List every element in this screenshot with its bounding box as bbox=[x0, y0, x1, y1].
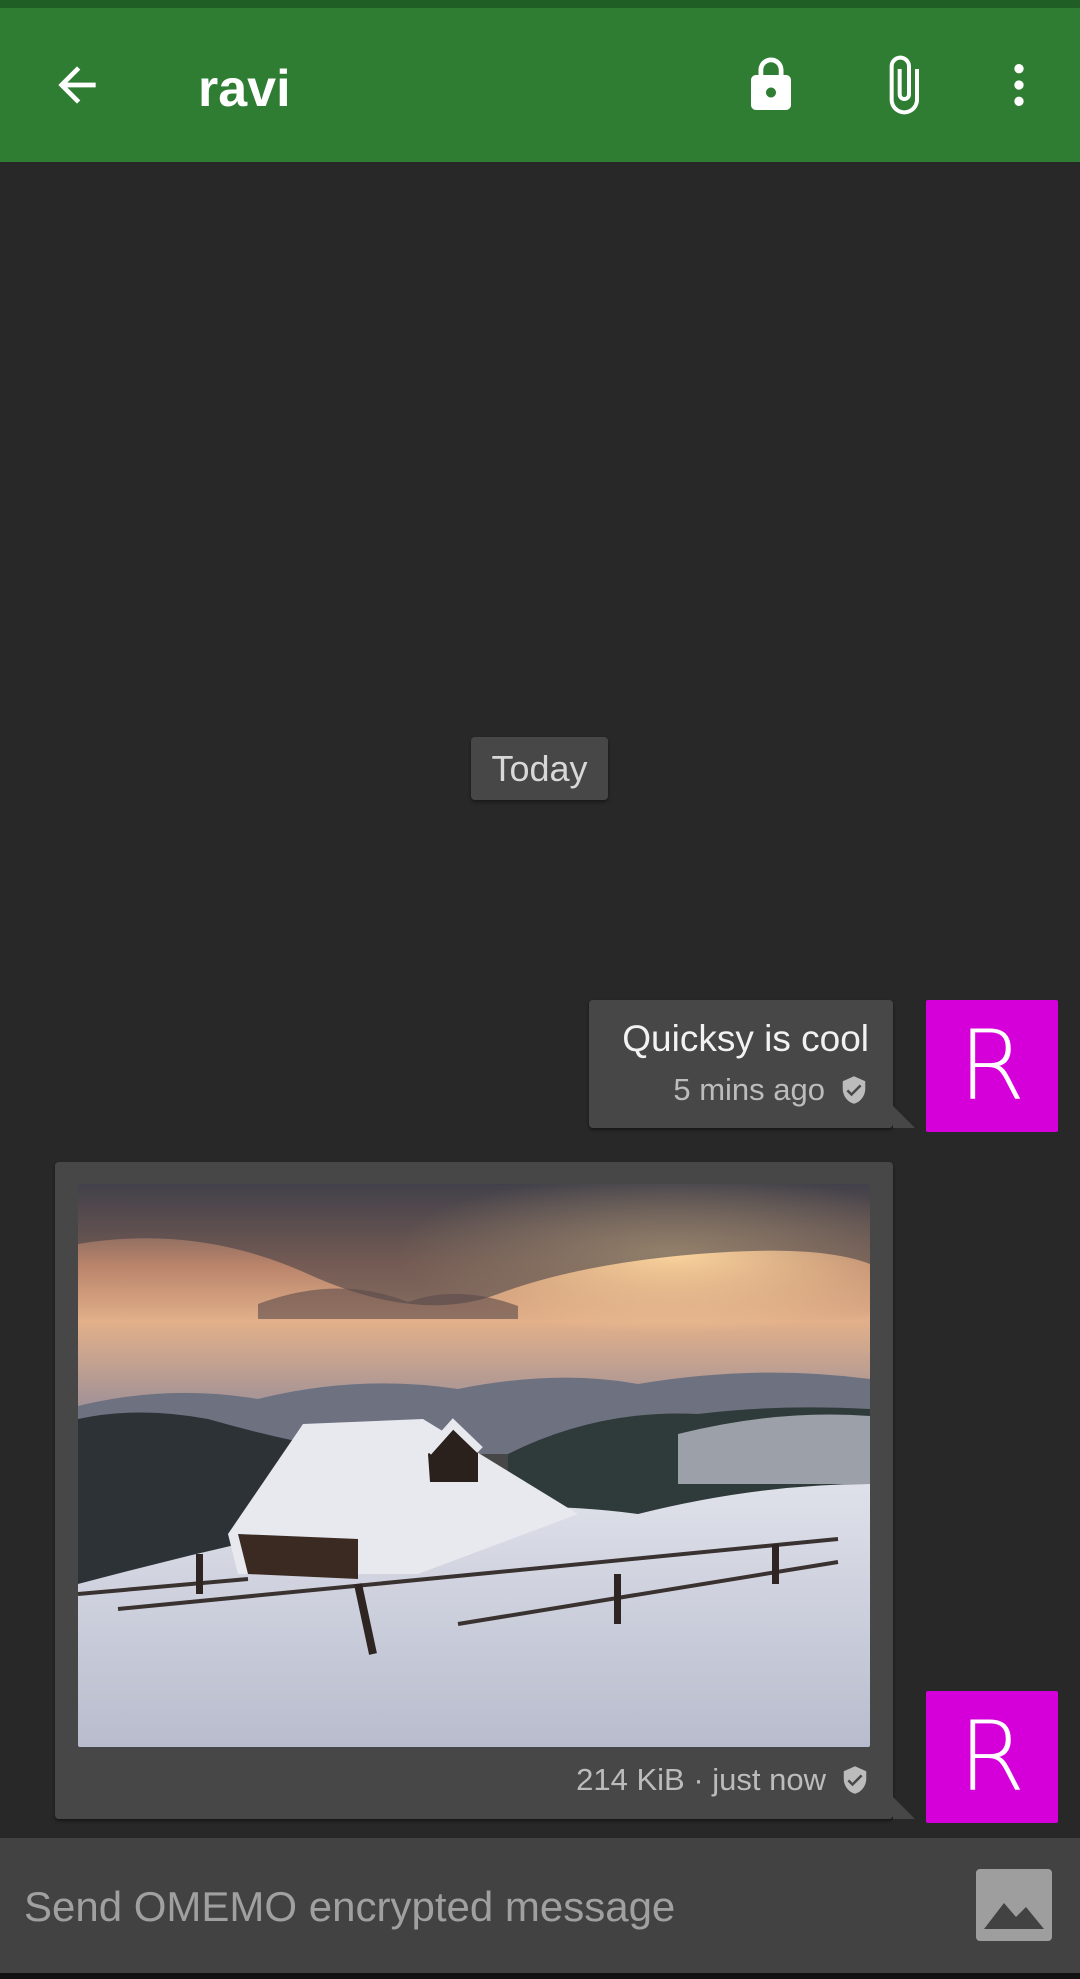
message-image[interactable] bbox=[78, 1184, 870, 1747]
snow-cabin-photo bbox=[78, 1184, 870, 1747]
send-image-button[interactable] bbox=[976, 1869, 1052, 1941]
message-composer bbox=[0, 1838, 1080, 1973]
navigation-bar bbox=[0, 1973, 1080, 1979]
more-vert-icon bbox=[1014, 64, 1024, 106]
app-toolbar: ravi bbox=[0, 8, 1080, 162]
verified-shield-icon bbox=[842, 1076, 866, 1104]
lock-icon bbox=[751, 57, 791, 110]
bubble-tail bbox=[893, 1106, 915, 1128]
avatar[interactable]: R bbox=[926, 1691, 1058, 1823]
status-bar bbox=[0, 0, 1080, 8]
message-input[interactable] bbox=[22, 1858, 946, 1955]
date-separator: Today bbox=[471, 737, 608, 800]
message-timestamp: 5 mins ago bbox=[673, 1072, 825, 1107]
image-icon bbox=[984, 1903, 1044, 1929]
message-bubble[interactable]: Quicksy is cool 5 mins ago bbox=[589, 1000, 893, 1128]
image-message-size-time: 214 KiB · just now bbox=[576, 1762, 826, 1797]
encryption-button[interactable] bbox=[716, 8, 826, 162]
arrow-back-icon bbox=[58, 66, 96, 104]
verified-shield-icon bbox=[843, 1766, 867, 1794]
avatar[interactable]: R bbox=[926, 1000, 1058, 1132]
bubble-tail bbox=[893, 1797, 915, 1819]
message-meta: 5 mins ago bbox=[673, 1072, 869, 1108]
message-text: Quicksy is cool bbox=[622, 1018, 869, 1059]
paperclip-icon bbox=[889, 55, 919, 115]
image-message-meta: 214 KiB · just now bbox=[576, 1762, 870, 1798]
conversation-title[interactable]: ravi bbox=[198, 8, 291, 162]
overflow-menu-button[interactable] bbox=[964, 8, 1074, 162]
attach-button[interactable] bbox=[848, 8, 958, 162]
back-button[interactable] bbox=[22, 8, 132, 162]
